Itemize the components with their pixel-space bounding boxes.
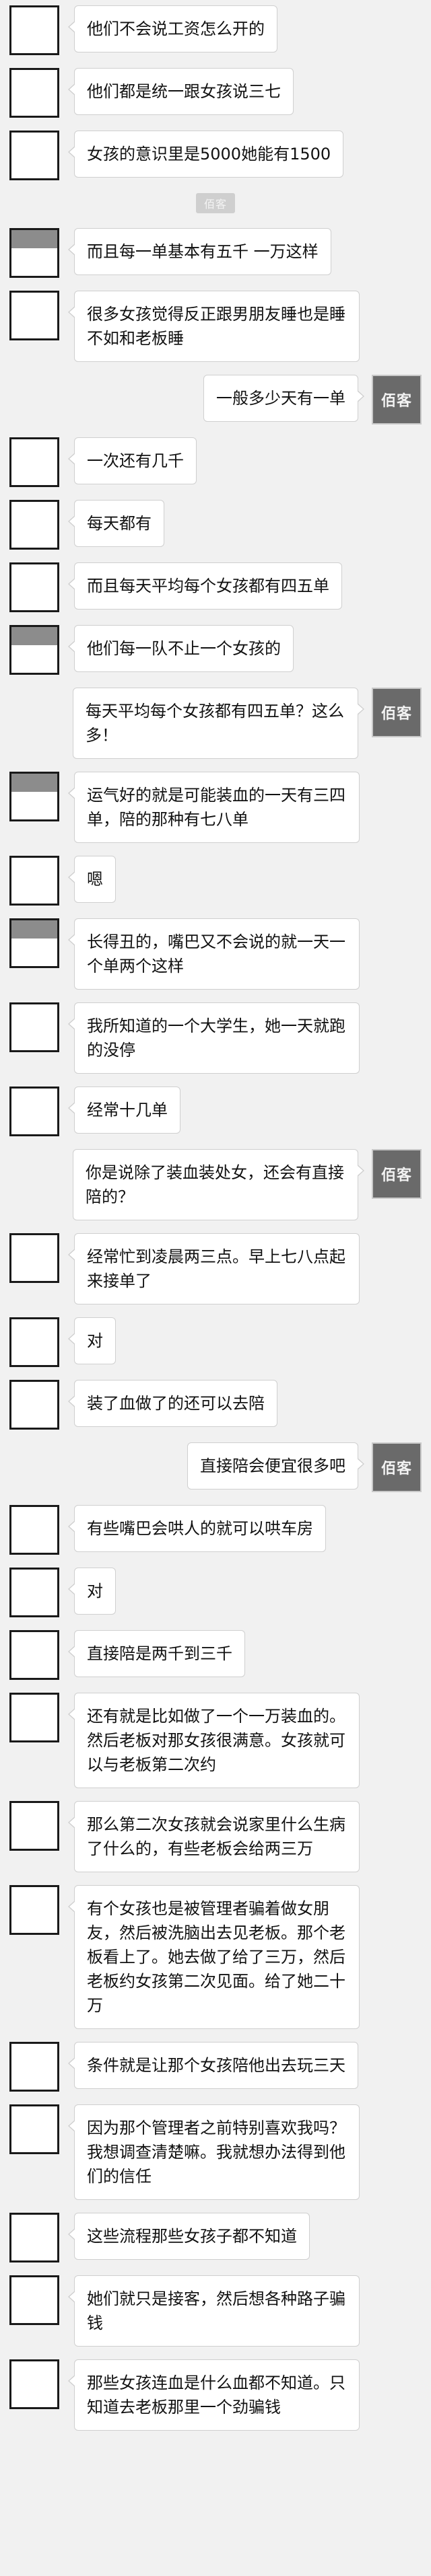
incoming-message: 因为那个管理者之前特别喜欢我吗？我想调查清楚嘛。我就想办法得到他们的信任 [9,2104,422,2200]
chat-transcript[interactable]: 他们不会说工资怎么开的 他们都是统一跟女孩说三七女孩的意识里是5000她能有150… [0,0,431,2576]
sender-avatar[interactable] [9,1380,59,1430]
my-avatar[interactable]: 佰客 [372,688,422,737]
incoming-message: 装了血做了的还可以去陪 [9,1380,422,1430]
sender-avatar[interactable] [9,2042,59,2092]
sender-avatar[interactable] [9,2213,59,2262]
sender-avatar[interactable] [9,1568,59,1617]
message-bubble[interactable]: 他们都是统一跟女孩说三七 [68,68,294,115]
message-bubble[interactable]: 他们每一队不止一个女孩的 [68,625,294,672]
message-bubble[interactable]: 经常十几单 [68,1087,180,1134]
message-bubble[interactable]: 条件就是让那个女孩陪他出去玩三天 [68,2042,358,2089]
incoming-message: 嗯 [9,856,422,906]
incoming-message: 他们不会说工资怎么开的 [9,5,422,55]
sender-avatar[interactable] [9,1801,59,1851]
incoming-message: 还有就是比如做了一个一万装血的。然后老板对那女孩很满意。女孩就可以与老板第二次约 [9,1693,422,1788]
my-avatar[interactable]: 佰客 [372,1442,422,1492]
sender-avatar[interactable] [9,1002,59,1052]
sender-avatar[interactable] [9,437,59,487]
message-bubble[interactable]: 嗯 [68,856,116,903]
message-bubble[interactable]: 还有就是比如做了一个一万装血的。然后老板对那女孩很满意。女孩就可以与老板第二次约 [68,1693,360,1788]
message-bubble[interactable]: 有些嘴巴会哄人的就可以哄车房 [68,1505,326,1552]
message-bubble[interactable]: 那么第二次女孩就会说家里什么生病了什么的，有些老板会给两三万 [68,1801,360,1872]
incoming-message: 直接陪是两千到三千 [9,1630,422,1680]
sender-avatar[interactable] [9,625,59,675]
outgoing-message: 每天平均每个女孩都有四五单？这么多！ 佰客 [9,688,422,759]
incoming-message: 她们就只是接客，然后想各种路子骗钱 [9,2275,422,2347]
message-bubble[interactable]: 对 [68,1568,116,1615]
incoming-message: 对 [9,1568,422,1617]
sender-avatar[interactable] [9,1693,59,1742]
message-bubble[interactable]: 每天平均每个女孩都有四五单？这么多！ [73,688,364,759]
incoming-message: 经常十几单 [9,1087,422,1136]
incoming-message: 有些嘴巴会哄人的就可以哄车房 [9,1505,422,1555]
message-bubble[interactable]: 运气好的就是可能装血的一天有三四单，陪的那种有七八单 [68,772,360,843]
message-bubble[interactable]: 一次还有几千 [68,437,197,484]
sender-avatar[interactable] [9,562,59,612]
incoming-message: 他们每一队不止一个女孩的 [9,625,422,675]
incoming-message: 那些女孩连血是什么血都不知道。只知道去老板那里一个劲骗钱 [9,2359,422,2431]
message-bubble[interactable]: 你是说除了装血装处女，还会有直接陪的？ [73,1149,364,1220]
sender-avatar[interactable] [9,1505,59,1555]
sender-avatar[interactable] [9,1087,59,1136]
message-bubble[interactable]: 女孩的意识里是5000她能有1500 [67,131,344,178]
message-bubble[interactable]: 他们不会说工资怎么开的 [68,5,277,52]
message-bubble[interactable]: 很多女孩觉得反正跟男朋友睡也是睡不如和老板睡 [68,291,360,362]
sender-avatar[interactable] [9,500,59,550]
incoming-message: 一次还有几千 [9,437,422,487]
incoming-message: 这些流程那些女孩子都不知道 [9,2213,422,2262]
message-bubble[interactable]: 一般多少天有一单 [203,375,364,422]
sender-avatar[interactable] [9,1317,59,1367]
message-bubble[interactable]: 对 [68,1317,116,1364]
incoming-message: 而且每一单基本有五千 一万这样 [9,228,422,278]
message-bubble[interactable]: 直接陪会便宜很多吧 [187,1442,364,1489]
message-bubble[interactable]: 装了血做了的还可以去陪 [68,1380,277,1427]
incoming-message: 经常忙到凌晨两三点。早上七八点起来接单了 [9,1233,422,1304]
message-bubble[interactable]: 而且每天平均每个女孩都有四五单 [68,562,342,610]
incoming-message: 很多女孩觉得反正跟男朋友睡也是睡不如和老板睡 [9,291,422,362]
system-label-text: 佰客 [195,193,235,213]
message-bubble[interactable]: 直接陪是两千到三千 [68,1630,245,1677]
sender-avatar[interactable] [9,918,59,968]
outgoing-message: 一般多少天有一单 佰客 [9,375,422,425]
sender-avatar[interactable] [9,1233,59,1283]
sender-avatar[interactable] [9,5,59,55]
incoming-message: 条件就是让那个女孩陪他出去玩三天 [9,2042,422,2092]
message-bubble[interactable]: 我所知道的一个大学生，她一天就跑的没停 [68,1002,360,1074]
sender-avatar[interactable] [9,856,59,906]
sender-avatar[interactable] [9,1885,59,1935]
message-bubble[interactable]: 经常忙到凌晨两三点。早上七八点起来接单了 [68,1233,360,1304]
system-label: 佰客 [9,193,422,213]
sender-avatar[interactable] [9,291,59,340]
incoming-message: 每天都有 [9,500,422,550]
message-bubble[interactable]: 每天都有 [68,500,164,547]
incoming-message: 有个女孩也是被管理者骗着做女朋友，然后被洗脑出去见老板。那个老板看上了。她去做了… [9,1885,422,2029]
message-bubble[interactable]: 而且每一单基本有五千 一万这样 [68,228,331,275]
sender-avatar[interactable] [9,2275,59,2325]
message-bubble[interactable]: 她们就只是接客，然后想各种路子骗钱 [68,2275,360,2347]
incoming-message: 那么第二次女孩就会说家里什么生病了什么的，有些老板会给两三万 [9,1801,422,1872]
sender-avatar[interactable] [9,772,59,821]
sender-avatar[interactable] [9,131,59,180]
sender-avatar[interactable] [9,2104,59,2154]
incoming-message: 女孩的意识里是5000她能有1500 [9,131,422,180]
outgoing-message: 直接陪会便宜很多吧 佰客 [9,1442,422,1492]
outgoing-message: 你是说除了装血装处女，还会有直接陪的？ 佰客 [9,1149,422,1220]
message-bubble[interactable]: 因为那个管理者之前特别喜欢我吗？我想调查清楚嘛。我就想办法得到他们的信任 [68,2104,360,2200]
sender-avatar[interactable] [9,1630,59,1680]
incoming-message: 长得丑的，嘴巴又不会说的就一天一个单两个这样 [9,918,422,990]
my-avatar[interactable]: 佰客 [372,1149,422,1199]
sender-avatar[interactable] [9,68,59,118]
incoming-message: 他们都是统一跟女孩说三七 [9,68,422,118]
incoming-message: 我所知道的一个大学生，她一天就跑的没停 [9,1002,422,1074]
message-bubble[interactable]: 这些流程那些女孩子都不知道 [68,2213,310,2260]
message-bubble[interactable]: 长得丑的，嘴巴又不会说的就一天一个单两个这样 [68,918,360,990]
sender-avatar[interactable] [9,2359,59,2409]
message-bubble[interactable]: 那些女孩连血是什么血都不知道。只知道去老板那里一个劲骗钱 [68,2359,360,2431]
my-avatar[interactable]: 佰客 [372,375,422,425]
incoming-message: 对 [9,1317,422,1367]
incoming-message: 而且每天平均每个女孩都有四五单 [9,562,422,612]
sender-avatar[interactable] [9,228,59,278]
incoming-message: 运气好的就是可能装血的一天有三四单，陪的那种有七八单 [9,772,422,843]
message-bubble[interactable]: 有个女孩也是被管理者骗着做女朋友，然后被洗脑出去见老板。那个老板看上了。她去做了… [68,1885,360,2029]
